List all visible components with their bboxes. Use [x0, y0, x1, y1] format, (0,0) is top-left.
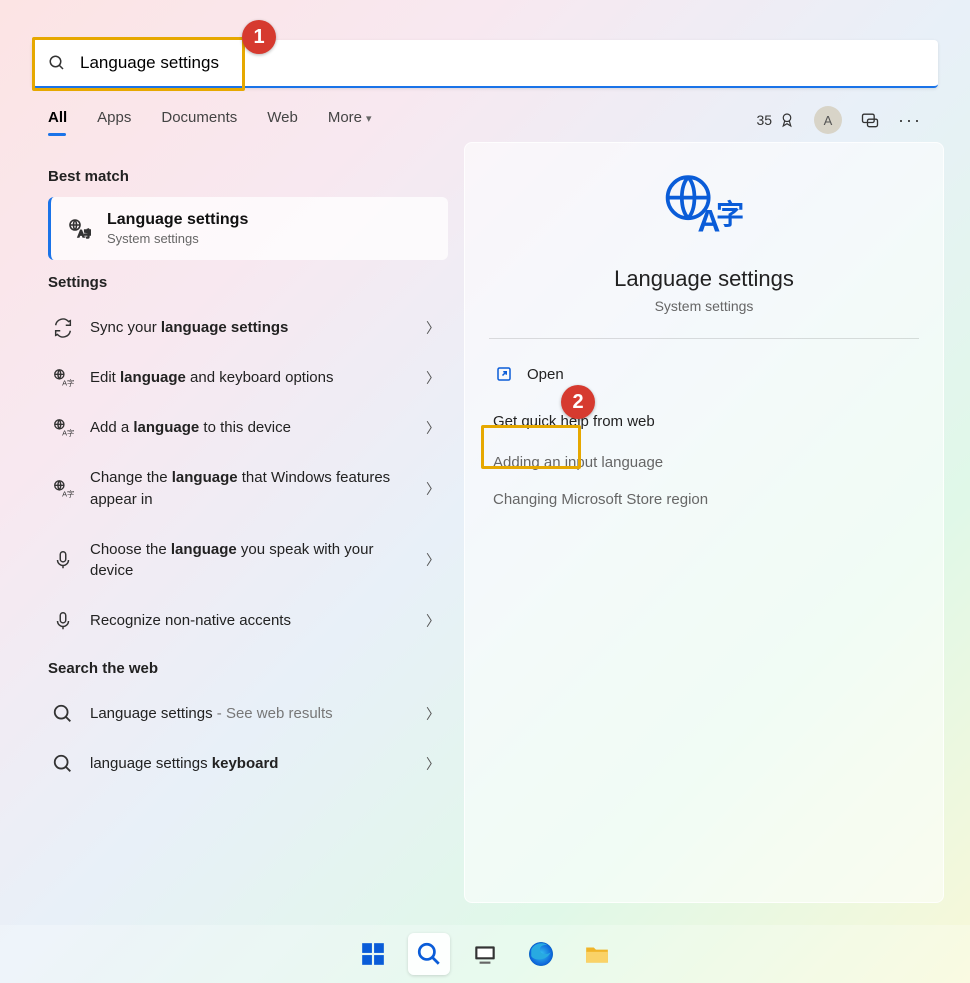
filter-tab-all[interactable]: All	[48, 109, 67, 132]
open-button[interactable]: Open	[489, 357, 570, 391]
settings-item[interactable]: Sync your language settings 〉	[48, 303, 448, 353]
settings-item-text: Edit language and keyboard options	[90, 367, 410, 389]
chevron-right-icon: 〉	[426, 754, 440, 774]
settings-item-text: Sync your language settings	[90, 317, 410, 339]
chevron-right-icon: 〉	[426, 418, 440, 438]
divider	[489, 338, 919, 339]
web-result-item[interactable]: language settings keyboard 〉	[48, 739, 448, 789]
language-hero-icon: A 字	[662, 171, 746, 243]
help-link[interactable]: Adding an input language	[489, 444, 919, 481]
mic-icon	[52, 610, 74, 632]
chevron-right-icon: 〉	[426, 550, 440, 570]
chevron-right-icon: 〉	[426, 368, 440, 388]
points-value: 35	[756, 112, 772, 128]
web-result-item[interactable]: Language settings - See web results 〉	[48, 689, 448, 739]
search-icon	[52, 703, 74, 725]
filter-tab-more[interactable]: More▾	[328, 109, 372, 132]
web-result-text: language settings keyboard	[90, 753, 410, 775]
annotation-badge-2: 2	[561, 385, 595, 419]
best-match-label: Best match	[48, 168, 456, 185]
filter-row: All Apps Documents Web More▾ 35 A ···	[20, 88, 950, 142]
chevron-right-icon: 〉	[426, 704, 440, 724]
preview-hero: A 字 Language settings System settings	[489, 171, 919, 314]
taskbar-explorer[interactable]	[576, 933, 618, 975]
svg-text:A字: A字	[62, 378, 74, 387]
help-label: Get quick help from web	[493, 413, 919, 430]
content: Best match A字 Language settings System s…	[20, 142, 950, 903]
settings-item-text: Change the language that Windows feature…	[90, 467, 410, 511]
chevron-right-icon: 〉	[426, 611, 440, 631]
settings-item[interactable]: A字 Add a language to this device 〉	[48, 403, 448, 453]
svg-text:A字: A字	[62, 428, 74, 437]
lang-icon: A字	[52, 367, 74, 389]
settings-item[interactable]: Recognize non-native accents 〉	[48, 596, 448, 646]
best-match-title: Language settings	[107, 211, 248, 229]
filter-tab-documents[interactable]: Documents	[161, 109, 237, 132]
header-right: 35 A ···	[756, 106, 922, 134]
avatar[interactable]: A	[814, 106, 842, 134]
svg-text:A字: A字	[78, 228, 91, 239]
web-result-text: Language settings - See web results	[90, 703, 410, 725]
annotation-badge-1: 1	[242, 20, 276, 54]
sync-icon	[52, 317, 74, 339]
best-match-subtitle: System settings	[107, 231, 248, 246]
search-input[interactable]	[80, 53, 922, 73]
rewards-points[interactable]: 35	[756, 111, 796, 129]
filter-tab-web[interactable]: Web	[267, 109, 298, 132]
filter-tab-apps[interactable]: Apps	[97, 109, 131, 132]
search-icon	[52, 753, 74, 775]
svg-text:字: 字	[716, 198, 744, 230]
chevron-right-icon: 〉	[426, 318, 440, 338]
more-options-icon[interactable]: ···	[898, 110, 922, 131]
taskbar	[0, 925, 970, 983]
search-icon	[48, 54, 66, 72]
lang-icon: A字	[52, 478, 74, 500]
settings-item[interactable]: A字 Change the language that Windows featu…	[48, 453, 448, 525]
settings-item-text: Recognize non-native accents	[90, 610, 410, 632]
chevron-right-icon: 〉	[426, 479, 440, 499]
search-window: All Apps Documents Web More▾ 35 A ··· Be…	[20, 10, 950, 903]
preview-subtitle: System settings	[489, 298, 919, 314]
preview-pane: A 字 Language settings System settings Op…	[464, 142, 944, 903]
best-match-item[interactable]: A字 Language settings System settings	[48, 197, 448, 260]
search-bar[interactable]	[32, 40, 938, 88]
preview-title: Language settings	[489, 266, 919, 292]
help-link[interactable]: Changing Microsoft Store region	[489, 481, 919, 518]
web-list: Language settings - See web results〉lang…	[48, 689, 456, 789]
settings-list: Sync your language settings 〉 A字 Edit langu…	[48, 303, 456, 646]
lang-icon: A字	[52, 417, 74, 439]
svg-text:A字: A字	[62, 489, 74, 498]
open-label: Open	[527, 366, 564, 383]
taskbar-taskview[interactable]	[464, 933, 506, 975]
taskbar-search[interactable]	[408, 933, 450, 975]
taskview-icon	[472, 941, 498, 967]
search-icon	[416, 941, 442, 967]
settings-item[interactable]: A字 Edit language and keyboard options 〉	[48, 353, 448, 403]
results-pane: Best match A字 Language settings System s…	[20, 142, 464, 903]
settings-label: Settings	[48, 274, 456, 291]
taskbar-edge[interactable]	[520, 933, 562, 975]
filter-tabs: All Apps Documents Web More▾	[48, 109, 372, 132]
medal-icon	[778, 111, 796, 129]
web-label: Search the web	[48, 660, 456, 677]
chevron-down-icon: ▾	[366, 113, 372, 125]
language-icon: A字	[67, 217, 91, 241]
folder-icon	[584, 941, 610, 967]
taskbar-start[interactable]	[352, 933, 394, 975]
settings-item-text: Choose the language you speak with your …	[90, 539, 410, 583]
mic-icon	[52, 549, 74, 571]
edge-icon	[528, 941, 554, 967]
settings-item-text: Add a language to this device	[90, 417, 410, 439]
windows-start-icon	[360, 941, 386, 967]
open-external-icon	[495, 365, 513, 383]
chat-icon[interactable]	[860, 110, 880, 130]
settings-item[interactable]: Choose the language you speak with your …	[48, 525, 448, 597]
